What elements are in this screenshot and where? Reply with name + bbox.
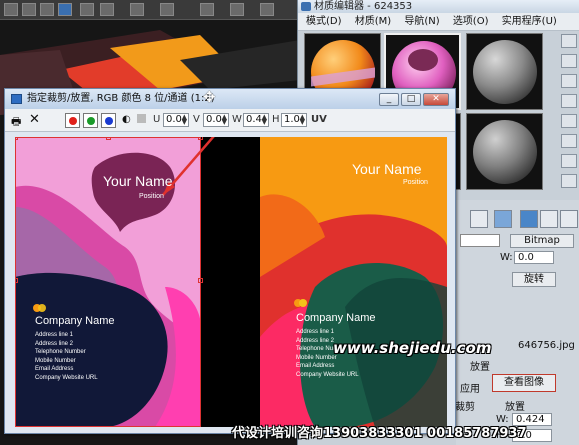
crop-handle[interactable] [198, 278, 203, 283]
dialog-toolbar: 🖶 ✕ ◐ U 0.0 ▲ ▼ V 0.0 ▲ ▼ W 0.4 ▲ ▼ H 1.0 ▲ ▼ UV [5, 109, 455, 132]
site-watermark: www.shejiedu.com [333, 339, 492, 357]
h-spinner[interactable]: 1.0 ▲ ▼ [281, 113, 307, 127]
tool-icon[interactable] [4, 3, 18, 16]
material-id-icon[interactable] [560, 210, 578, 228]
clear-icon[interactable]: ✕ [29, 112, 40, 127]
print-icon[interactable]: 🖶 [11, 113, 21, 132]
sample-type-icon[interactable] [561, 34, 577, 48]
blue-channel-button[interactable] [101, 113, 116, 128]
tool-icon[interactable] [100, 3, 114, 16]
u-spinner[interactable]: 0.0 ▲ ▼ [163, 113, 189, 127]
v-label: V [193, 114, 200, 125]
options-icon[interactable] [561, 154, 577, 168]
uv-label[interactable]: UV [311, 114, 327, 125]
dialog-title: 指定裁剪/放置, RGB 颜色 8 位/通道 (1:2) [27, 93, 215, 104]
material-editor-menubar: 模式(D) 材质(M) 导航(N) 选项(O) 实用程序(U) [298, 13, 579, 31]
show-map-icon[interactable] [494, 210, 512, 228]
material-editor-title-bar: 材质编辑器 - 624353 [298, 0, 579, 13]
background-icon[interactable] [561, 74, 577, 88]
menu-mode[interactable]: 模式(D) [306, 16, 342, 27]
tool-icon[interactable] [40, 3, 54, 16]
uv-tiling-icon[interactable] [561, 94, 577, 108]
back-company: Company Name [296, 312, 376, 324]
v-spinner[interactable]: 0.0 ▲ ▼ [203, 113, 229, 127]
map-dropdown[interactable] [460, 234, 500, 247]
select-by-material-icon[interactable] [561, 174, 577, 188]
minimize-button[interactable]: _ [379, 93, 399, 106]
menu-utilities[interactable]: 实用程序(U) [502, 16, 557, 27]
view-image-button[interactable]: 查看图像 [492, 374, 556, 392]
tool-icon[interactable] [130, 3, 144, 16]
video-color-icon[interactable] [561, 114, 577, 128]
go-sibling-icon[interactable] [540, 210, 558, 228]
alpha-icon[interactable]: ◐ [122, 114, 131, 125]
w-label: W: [500, 252, 513, 263]
w-spinner[interactable]: 0.4 ▲ ▼ [243, 113, 269, 127]
h-label: H [272, 114, 280, 125]
place-label[interactable]: 放置 [470, 358, 490, 373]
preview-icon[interactable] [561, 134, 577, 148]
tool-icon[interactable] [160, 3, 174, 16]
material-editor-sidebar [559, 20, 579, 220]
tool-icon[interactable] [230, 3, 244, 16]
maximize-button[interactable]: □ [401, 93, 421, 106]
mono-icon[interactable] [137, 114, 146, 123]
tool-icon[interactable] [80, 3, 94, 16]
crop-handle[interactable] [106, 137, 111, 140]
material-slot[interactable] [466, 113, 543, 190]
crop-handle[interactable] [198, 137, 203, 140]
get-material-icon[interactable] [470, 210, 488, 228]
crop-handle[interactable] [15, 278, 18, 283]
crop-place-dialog: 指定裁剪/放置, RGB 颜色 8 位/通道 (1:2) _ □ ✕ 🖶 ✕ ◐… [4, 88, 456, 434]
menu-navigation[interactable]: 导航(N) [404, 16, 439, 27]
app-icon [301, 2, 311, 11]
crop-handle[interactable] [15, 137, 18, 140]
crop-region[interactable] [15, 137, 201, 427]
red-channel-button[interactable] [65, 113, 80, 128]
go-parent-icon[interactable] [520, 210, 538, 228]
backlight-icon[interactable] [561, 54, 577, 68]
crop-label[interactable]: 裁剪 [455, 398, 475, 413]
select-icon[interactable] [58, 3, 72, 16]
rotate-button[interactable]: 旋转 [512, 272, 556, 287]
back-name: Your Name [352, 161, 422, 177]
material-editor-title: 材质编辑器 - 624353 [314, 1, 413, 12]
app-icon [11, 94, 22, 104]
image-canvas[interactable]: Your Name Position Company Name Address … [15, 137, 447, 427]
bitmap-button[interactable]: Bitmap [510, 234, 574, 248]
footer-watermark: 代设计培训咨询13903833301 00185787937 [232, 426, 527, 441]
u-label: U [153, 114, 161, 125]
w-label: W [232, 114, 242, 125]
back-position: Position [403, 179, 428, 186]
menu-options[interactable]: 选项(O) [453, 16, 489, 27]
tool-icon[interactable] [200, 3, 214, 16]
place-radio-label[interactable]: 放置 [505, 398, 525, 413]
material-slot[interactable] [466, 33, 543, 110]
tool-icon[interactable] [22, 3, 36, 16]
green-channel-button[interactable] [83, 113, 98, 128]
close-button[interactable]: ✕ [423, 93, 449, 106]
bitmap-file-label: 646756.jpg [518, 340, 575, 351]
move-cursor-icon: ✥ [203, 88, 216, 106]
tool-icon[interactable] [260, 3, 274, 16]
apply-label[interactable]: 应用 [460, 380, 480, 395]
viewport-toolbar [0, 0, 300, 20]
w-spinner[interactable]: 0.0 [514, 251, 554, 264]
menu-material[interactable]: 材质(M) [355, 16, 391, 27]
